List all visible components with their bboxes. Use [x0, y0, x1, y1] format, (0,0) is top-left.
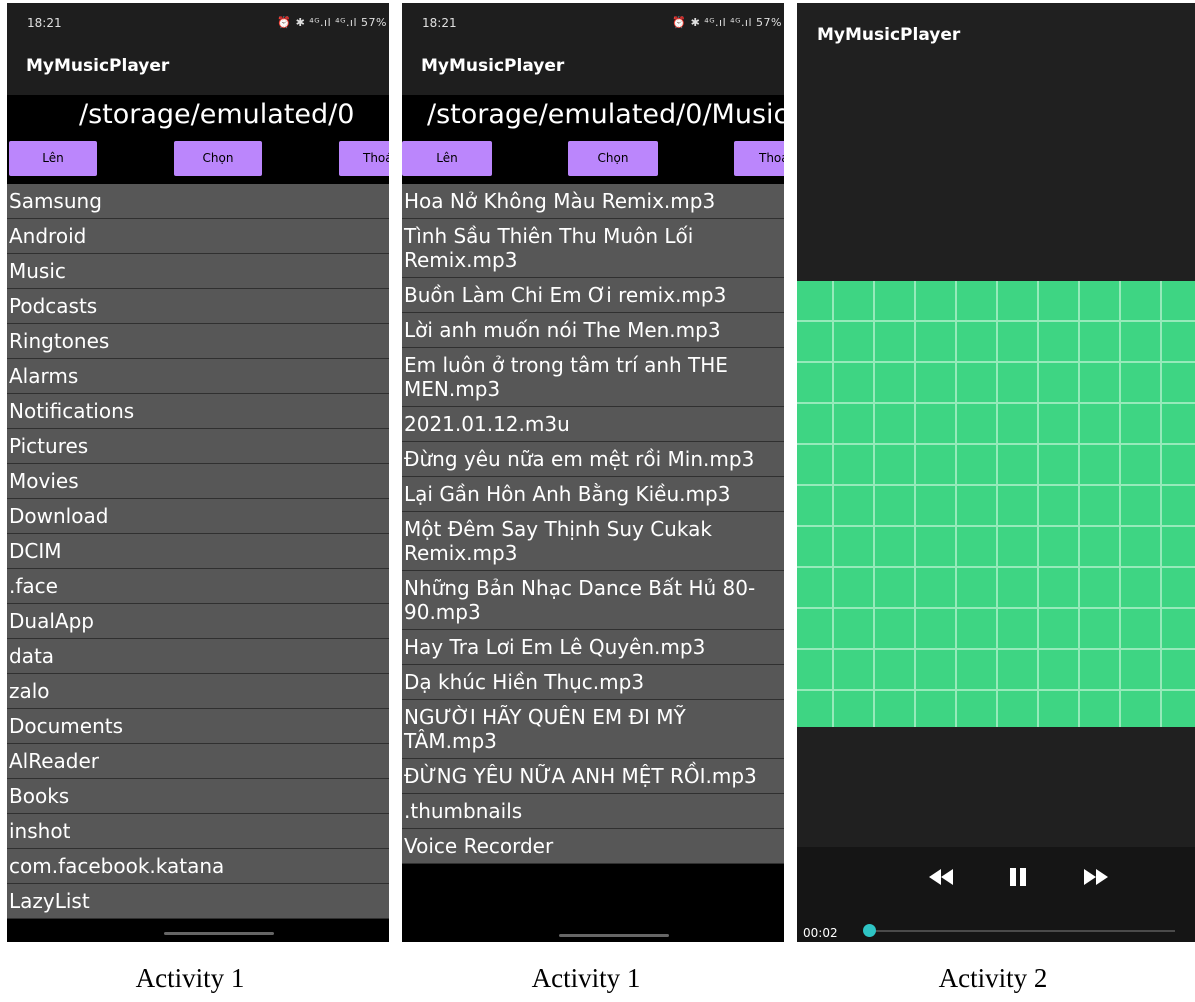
list-item[interactable]: Pictures	[7, 429, 389, 464]
list-item[interactable]: Samsung	[7, 184, 389, 219]
nav-bar	[7, 928, 389, 942]
caption-3: Activity 2	[938, 963, 1048, 993]
list-item[interactable]: ĐỪNG YÊU NỮA ANH MỆT RỒI.mp3	[402, 759, 784, 794]
list-item[interactable]: Hay Tra Lơi Em Lê Quyên.mp3	[402, 630, 784, 665]
list-item[interactable]: zalo	[7, 674, 389, 709]
elapsed-time: 00:02	[803, 926, 838, 940]
current-path: /storage/emulated/0/Music	[402, 95, 784, 139]
list-item[interactable]: data	[7, 639, 389, 674]
status-bar: 18:21 ⏰ ✱ ⁴ᴳ.ıl ⁴ᴳ.ıl 57%	[402, 3, 784, 39]
artwork-grid	[797, 281, 1195, 727]
list-item[interactable]: .face	[7, 569, 389, 604]
exit-button[interactable]: Thoát	[339, 141, 389, 176]
folder-list: Samsung Android Music Podcasts Ringtones Alar…	[7, 184, 389, 919]
list-item[interactable]: 2021.01.12.m3u	[402, 407, 784, 442]
screen-file-browser-music: 18:21 ⏰ ✱ ⁴ᴳ.ıl ⁴ᴳ.ıl 57% MyMusicPlayer …	[402, 3, 784, 942]
home-gesture-bar[interactable]	[559, 934, 669, 937]
list-item[interactable]: Tình Sầu Thiên Thu Muôn Lối Remix.mp3	[402, 219, 784, 278]
status-time: 18:21	[27, 16, 62, 30]
screen-file-browser-root: 18:21 ⏰ ✱ ⁴ᴳ.ıl ⁴ᴳ.ıl 57% MyMusicPlayer …	[7, 3, 389, 942]
list-item[interactable]: inshot	[7, 814, 389, 849]
button-row: Lên Chọn Thoát	[402, 139, 784, 181]
exit-button[interactable]: Thoát	[734, 141, 784, 176]
path-text: /storage/emulated/0	[79, 99, 355, 130]
list-item[interactable]: Lời anh muốn nói The Men.mp3	[402, 313, 784, 348]
list-item[interactable]: Những Bản Nhạc Dance Bất Hủ 80-90.mp3	[402, 571, 784, 630]
list-item[interactable]: Em luôn ở trong tâm trí anh THE MEN.mp3	[402, 348, 784, 407]
list-item[interactable]: .thumbnails	[402, 794, 784, 829]
caption-1: Activity 1	[135, 963, 245, 993]
fast-forward-icon[interactable]	[1084, 869, 1108, 890]
current-path: /storage/emulated/0	[7, 95, 389, 139]
list-item[interactable]: Books	[7, 779, 389, 814]
seek-bar[interactable]	[867, 930, 1175, 932]
file-list: Hoa Nở Không Màu Remix.mp3 Tình Sầu Thiên…	[402, 184, 784, 864]
pause-icon[interactable]	[1009, 868, 1027, 891]
list-item[interactable]: DCIM	[7, 534, 389, 569]
list-item[interactable]: Android	[7, 219, 389, 254]
list-item[interactable]: Dạ khúc Hiền Thục.mp3	[402, 665, 784, 700]
seek-thumb[interactable]	[863, 924, 877, 937]
select-button[interactable]: Chọn	[568, 141, 658, 176]
list-item[interactable]: Notifications	[7, 394, 389, 429]
list-item[interactable]: Voice Recorder	[402, 829, 784, 864]
list-item[interactable]: Podcasts	[7, 289, 389, 324]
list-item[interactable]: Documents	[7, 709, 389, 744]
nav-bar	[402, 902, 784, 942]
status-icons: ⏰ ✱ ⁴ᴳ.ıl ⁴ᴳ.ıl 57%	[672, 16, 782, 29]
app-title: MyMusicPlayer	[817, 25, 961, 45]
status-icons: ⏰ ✱ ⁴ᴳ.ıl ⁴ᴳ.ıl 57%	[277, 16, 387, 29]
list-item[interactable]: AlReader	[7, 744, 389, 779]
list-item[interactable]: Music	[7, 254, 389, 289]
list-item[interactable]: com.facebook.katana	[7, 849, 389, 884]
screen-player: MyMusicPlayer 00:02	[797, 3, 1195, 942]
list-item[interactable]: DualApp	[7, 604, 389, 639]
up-button[interactable]: Lên	[9, 141, 97, 176]
app-title: MyMusicPlayer	[421, 56, 565, 76]
list-item[interactable]: Ringtones	[7, 324, 389, 359]
list-item[interactable]: Buồn Làm Chi Em Ơi remix.mp3	[402, 278, 784, 313]
app-bar: MyMusicPlayer	[7, 39, 389, 95]
status-bar: 18:21 ⏰ ✱ ⁴ᴳ.ıl ⁴ᴳ.ıl 57%	[7, 3, 389, 39]
home-gesture-bar[interactable]	[164, 932, 274, 935]
list-item[interactable]: Download	[7, 499, 389, 534]
list-item[interactable]: Movies	[7, 464, 389, 499]
status-time: 18:21	[422, 16, 457, 30]
album-artwork	[797, 281, 1195, 727]
app-bar: MyMusicPlayer	[402, 39, 784, 95]
path-text: /storage/emulated/0/Music	[427, 99, 784, 130]
caption-2: Activity 1	[531, 963, 641, 993]
select-button[interactable]: Chọn	[174, 141, 262, 176]
list-item[interactable]: Lại Gần Hôn Anh Bằng Kiều.mp3	[402, 477, 784, 512]
list-item[interactable]: Hoa Nở Không Màu Remix.mp3	[402, 184, 784, 219]
list-item[interactable]: LazyList	[7, 884, 389, 919]
button-row: Lên Chọn Thoát	[7, 139, 389, 181]
app-title: MyMusicPlayer	[26, 56, 170, 76]
list-item[interactable]: Một Đêm Say Thịnh Suy Cukak Remix.mp3	[402, 512, 784, 571]
rewind-icon[interactable]	[929, 869, 953, 890]
up-button[interactable]: Lên	[402, 141, 492, 176]
list-item[interactable]: Alarms	[7, 359, 389, 394]
list-item[interactable]: NGƯỜI HÃY QUÊN EM ĐI MỸ TÂM.mp3	[402, 700, 784, 759]
list-item[interactable]: Đừng yêu nữa em mệt rồi Min.mp3	[402, 442, 784, 477]
player-controls: 00:02	[797, 847, 1195, 942]
